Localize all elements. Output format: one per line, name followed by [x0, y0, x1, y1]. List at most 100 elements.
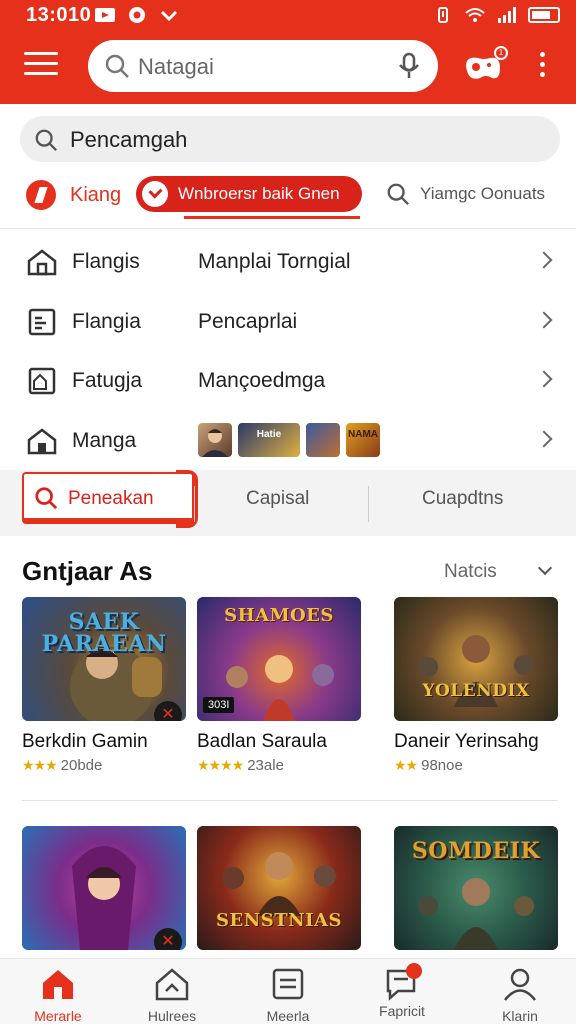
home-outline-icon — [155, 968, 189, 1001]
status-bar: 13:010 — [0, 0, 576, 32]
star-rating-icon: ★★ — [394, 757, 418, 773]
tab-separator — [368, 486, 369, 522]
game-cover-art[interactable]: ✕ — [22, 826, 186, 950]
home-icon — [43, 970, 73, 999]
chip-search[interactable]: Yiamgc Oonuats — [386, 182, 545, 206]
bottom-navigation: Merarle Hulrees Meerla Fapricit Klarin — [0, 958, 576, 1024]
game-thumbnail[interactable]: NAMA — [346, 422, 380, 457]
game-card[interactable]: ✕ — [22, 826, 186, 950]
section-title: Gntjaar As — [22, 556, 153, 586]
menu-row[interactable]: Fatugja Mançoedmga — [0, 351, 576, 411]
chevron-down-icon[interactable] — [537, 560, 553, 576]
tab-third[interactable]: Cuapdtns — [422, 488, 503, 510]
notification-badge: 1 — [494, 46, 508, 60]
nav-item-media[interactable]: Meerla — [238, 967, 338, 1024]
menu-row[interactable]: Flangia Pencaprlai — [0, 292, 576, 352]
home-icon — [27, 427, 57, 454]
game-cover-art[interactable]: SENSTNIAS — [197, 826, 361, 950]
profile-button[interactable]: 1 — [462, 46, 508, 86]
status-left-icons — [94, 6, 180, 24]
cover-title: SOMDEIK — [411, 838, 541, 864]
chip-trending[interactable]: Kiang — [26, 180, 121, 210]
list-icon — [272, 968, 304, 1000]
game-card[interactable]: SHAMOES 303I Badlan Saraula ★★★★ 23ale — [197, 597, 361, 774]
search-icon — [387, 183, 409, 205]
menu-row-label: Flangia — [72, 309, 141, 333]
header-search-input[interactable]: Natagai — [138, 54, 214, 80]
nav-item-label: Fapricit — [379, 1003, 425, 1019]
secondary-search-input[interactable]: Pencamgah — [70, 127, 187, 153]
tab-active[interactable]: Peneakan — [22, 472, 194, 524]
nav-item-games[interactable]: Hulrees — [122, 967, 222, 1024]
app-notification-icon — [129, 7, 145, 23]
person-portrait-icon — [202, 428, 228, 457]
cover-tag: 303I — [203, 697, 235, 713]
chevron-right-icon — [535, 370, 553, 388]
game-thumbnail[interactable]: Hatie — [238, 422, 300, 457]
menu-row-value: Mançoedmga — [198, 369, 326, 392]
game-name: Daneir Yerinsahg — [394, 731, 539, 752]
person-icon — [504, 968, 536, 1001]
game-card[interactable]: YOLENDIX Daneir Yerinsahg ★★ 98noe — [394, 597, 558, 774]
game-cover-art[interactable]: SHAMOES 303I — [197, 597, 361, 721]
wifi-icon — [465, 8, 485, 22]
chip-active-label: Wnbroersr baik Gnen — [178, 184, 340, 203]
more-options-icon[interactable] — [536, 52, 548, 80]
search-icon — [35, 129, 57, 151]
chevron-right-icon — [535, 251, 553, 269]
microphone-icon[interactable] — [398, 52, 420, 80]
game-name: Berkdin Gamin — [22, 731, 148, 752]
game-card[interactable]: SOMDEIK — [394, 826, 558, 950]
nav-item-label: Klarin — [502, 1008, 538, 1024]
nav-item-label: Hulrees — [147, 1008, 197, 1024]
cover-title: SAEK PARAEAN — [41, 609, 167, 657]
tab-second[interactable]: Capisal — [246, 488, 309, 510]
chevron-notification-icon — [160, 10, 178, 22]
menu-row-label: Fatugja — [72, 369, 143, 392]
game-rating: ★★★★ 23ale — [197, 757, 284, 774]
game-cover-art[interactable]: SOMDEIK — [394, 826, 558, 950]
nav-item-label: Meerla — [266, 1008, 310, 1024]
thumbnail-text: Hatie — [256, 428, 282, 440]
menu-row-label: Flangis — [72, 250, 140, 273]
tab-separator — [194, 486, 195, 522]
divider — [22, 800, 558, 801]
menu-list: Flangis Manplai Torngial Flangia Pencapr… — [0, 232, 576, 470]
close-icon[interactable]: ✕ — [154, 701, 182, 721]
game-card[interactable]: SENSTNIAS — [197, 826, 361, 950]
menu-row[interactable]: Manga Hatie NAMA — [0, 411, 576, 471]
chevron-right-icon — [535, 311, 553, 328]
menu-row-value: Manplai Torngial — [198, 250, 351, 273]
menu-row[interactable]: Flangis Manplai Torngial — [0, 232, 576, 292]
game-thumbnail[interactable] — [306, 422, 340, 457]
nav-item-home[interactable]: Merarle — [8, 967, 108, 1024]
nav-item-label: Merarle — [34, 1008, 82, 1024]
section-more-link[interactable]: Natcis — [444, 561, 497, 583]
message-icon-wrap — [384, 963, 422, 1001]
game-card[interactable]: SAEK PARAEAN ✕ Berkdin Gamin ★★★ 20bde — [22, 597, 186, 774]
tab-bar: Peneakan Capisal Cuapdtns — [0, 470, 576, 536]
home-outline-icon — [27, 249, 57, 276]
game-rating: ★★ 98noe — [394, 757, 463, 774]
video-notification-icon — [95, 8, 115, 22]
army-artwork-icon — [418, 635, 534, 707]
rating-text: 23ale — [247, 757, 284, 774]
avatar-thumbnail[interactable] — [198, 422, 232, 457]
game-cover-art[interactable]: SAEK PARAEAN ✕ — [22, 597, 186, 721]
status-right-icons — [432, 6, 560, 24]
close-icon[interactable]: ✕ — [154, 928, 182, 950]
secondary-search-bar[interactable]: Pencamgah — [20, 116, 560, 162]
chip-trending-label: Kiang — [70, 183, 122, 206]
hamburger-menu-icon[interactable] — [24, 52, 58, 78]
rating-text: 20bde — [60, 757, 103, 774]
header-search-bar[interactable]: Natagai — [88, 40, 438, 92]
nav-item-messages[interactable]: Fapricit — [352, 963, 452, 1019]
nav-item-profile[interactable]: Klarin — [470, 967, 570, 1024]
filter-chip-row: Kiang Wnbroersr baik Gnen Yiamgc Oonuats — [0, 172, 576, 222]
battery-icon — [528, 7, 560, 23]
check-icon — [142, 181, 168, 207]
game-cover-art[interactable]: YOLENDIX — [394, 597, 558, 721]
search-icon — [105, 54, 129, 78]
alarm-icon — [438, 7, 448, 23]
chip-active[interactable]: Wnbroersr baik Gnen — [136, 176, 362, 212]
